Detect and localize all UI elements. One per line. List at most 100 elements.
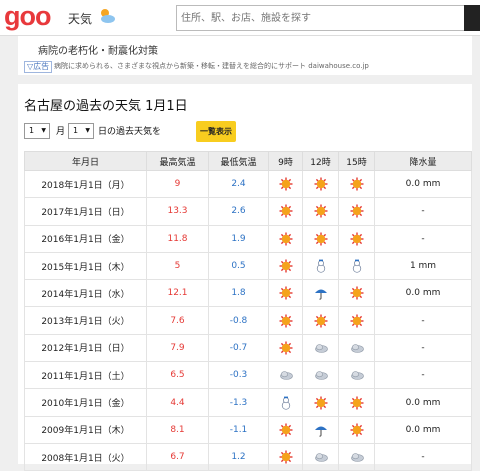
weather-icon-cell: [268, 251, 303, 281]
high-temp-cell: 8.1: [146, 415, 209, 444]
low-temp-cell: 1.9: [208, 224, 269, 253]
high-temp-cell: 13.3: [146, 197, 209, 226]
ad-text: 病院に求められる、さまざまな視点から新築・移転・建替えを総合的にサポート dai…: [54, 62, 369, 70]
site-header: goo 天気: [0, 0, 480, 36]
weather-icon-cell: [268, 197, 303, 226]
sun-icon: [350, 396, 364, 410]
weather-icon-cell: [268, 169, 303, 199]
weather-icon-cell: [268, 388, 303, 417]
sun-icon: [350, 423, 364, 437]
ad-badge: ▽広告: [24, 61, 53, 73]
col-15: 15時: [338, 151, 375, 171]
sun-icon: [314, 204, 328, 218]
weather-icon-cell: [302, 361, 339, 390]
low-temp-cell: 1.2: [208, 442, 269, 471]
snow-icon: [314, 259, 328, 273]
table-row: 2016年1月1日（金） 11.8 1.9 -: [24, 224, 472, 253]
table-row: 2017年1月1日（日） 13.3 2.6 -: [24, 197, 472, 226]
rain-cell: -: [374, 361, 472, 390]
weather-icon-cell: [338, 197, 375, 226]
cloud-icon: [350, 341, 364, 355]
col-rain: 降水量: [374, 151, 472, 171]
day-value: 1: [73, 126, 79, 135]
date-cell: 2015年1月1日（木）: [24, 251, 147, 281]
weather-icon-cell: [268, 279, 303, 308]
table-row: 2018年1月1日（月） 9 2.4 0.0 mm: [24, 169, 472, 199]
col-low: 最低気温: [208, 151, 269, 171]
rain-icon: [314, 286, 328, 300]
sun-icon: [279, 177, 293, 191]
cloud-icon: [314, 368, 328, 382]
sun-icon: [279, 259, 293, 273]
sun-icon: [350, 204, 364, 218]
table-row: 2011年1月1日（土） 6.5 -0.3 -: [24, 361, 472, 390]
date-cell: 2018年1月1日（月）: [24, 169, 147, 199]
sun-icon: [279, 204, 293, 218]
ad-title[interactable]: 病院の老朽化・耐震化対策: [38, 42, 158, 57]
search-button[interactable]: [464, 5, 480, 31]
list-display-button[interactable]: 一覧表示: [196, 121, 236, 142]
cloud-icon: [279, 368, 293, 382]
table-row: 2009年1月1日（木） 8.1 -1.1 0.0 mm: [24, 415, 472, 444]
sun-icon: [350, 177, 364, 191]
rain-cell: 0.0 mm: [374, 388, 472, 417]
rain-cell: 0.0 mm: [374, 415, 472, 444]
day-label: 日の過去天気を: [98, 127, 162, 137]
col-9: 9時: [268, 151, 303, 171]
table-row: 2008年1月1日（火） 6.7 1.2 -: [24, 442, 472, 471]
rain-cell: 1 mm: [374, 251, 472, 281]
weather-icon-cell: [338, 224, 375, 253]
sun-icon: [279, 423, 293, 437]
weather-icon-cell: [268, 415, 303, 444]
high-temp-cell: 4.4: [146, 388, 209, 417]
date-cell: 2016年1月1日（金）: [24, 224, 147, 253]
low-temp-cell: -0.8: [208, 306, 269, 335]
weather-icon-cell: [338, 169, 375, 199]
date-cell: 2009年1月1日（木）: [24, 415, 147, 444]
cloud-icon: [350, 450, 364, 464]
rain-icon: [314, 423, 328, 437]
weather-icon-cell: [302, 224, 339, 253]
search-box: [176, 5, 466, 31]
goo-logo[interactable]: goo: [4, 1, 51, 32]
rain-cell: -: [374, 197, 472, 226]
sun-icon: [314, 396, 328, 410]
table-body: 2018年1月1日（月） 9 2.4 0.0 mm 2017年1月1日（日） 13.3 2.…: [24, 169, 472, 471]
day-select[interactable]: 1 ▼: [68, 123, 94, 139]
weather-icon-cell: [268, 306, 303, 335]
weather-icon-cell: [302, 251, 339, 281]
sun-icon: [350, 314, 364, 328]
date-cell: 2012年1月1日（日）: [24, 333, 147, 363]
service-name[interactable]: 天気: [68, 10, 92, 27]
ad-banner[interactable]: 病院の老朽化・耐震化対策 ▽広告 病院に求められる、さまざまな視点から新築・移転…: [18, 36, 472, 75]
high-temp-cell: 7.9: [146, 333, 209, 363]
date-cell: 2011年1月1日（土）: [24, 361, 147, 390]
sun-icon: [279, 450, 293, 464]
date-cell: 2013年1月1日（火）: [24, 306, 147, 335]
weather-icon-cell: [268, 333, 303, 363]
high-temp-cell: 7.6: [146, 306, 209, 335]
weather-icon-cell: [338, 333, 375, 363]
weather-icon-cell: [338, 415, 375, 444]
high-temp-cell: 9: [146, 169, 209, 199]
chevron-down-icon: ▼: [41, 127, 46, 134]
page-title: 名古屋の過去の天気 1月1日: [24, 99, 188, 114]
search-input[interactable]: [181, 10, 451, 26]
table-row: 2013年1月1日（火） 7.6 -0.8 -: [24, 306, 472, 335]
low-temp-cell: 0.5: [208, 251, 269, 281]
sun-icon: [350, 286, 364, 300]
rain-cell: -: [374, 442, 472, 471]
low-temp-cell: -0.7: [208, 333, 269, 363]
col-12: 12時: [302, 151, 339, 171]
date-cell: 2014年1月1日（水）: [24, 279, 147, 308]
weather-icon-cell: [338, 279, 375, 308]
low-temp-cell: -1.1: [208, 415, 269, 444]
low-temp-cell: -1.3: [208, 388, 269, 417]
month-select[interactable]: 1 ▼: [24, 123, 50, 139]
sun-icon: [314, 177, 328, 191]
table-row: 2015年1月1日（木） 5 0.5 1 mm: [24, 251, 472, 281]
weather-icon-cell: [302, 333, 339, 363]
month-label: 月: [56, 127, 66, 137]
snow-icon: [350, 259, 364, 273]
low-temp-cell: 1.8: [208, 279, 269, 308]
